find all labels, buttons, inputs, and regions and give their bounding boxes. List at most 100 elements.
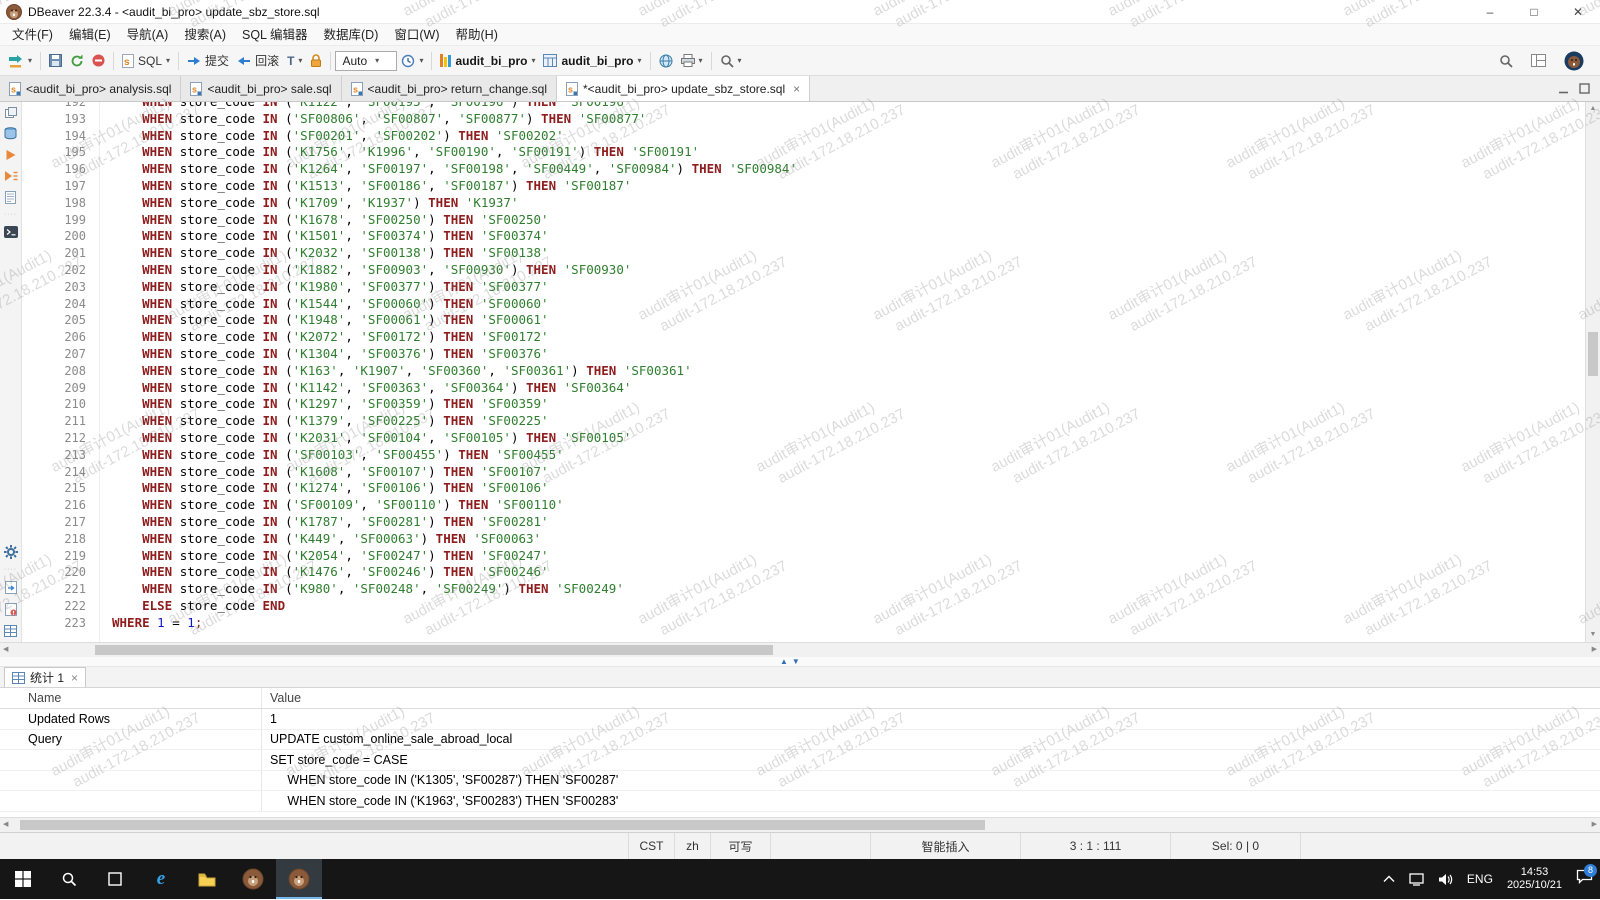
collapse-up-icon[interactable]: ▲ <box>780 657 788 666</box>
column-header-name[interactable]: Name <box>0 688 262 708</box>
results-horizontal-scrollbar[interactable]: ◀ ▶ <box>0 817 1600 832</box>
scroll-left-icon[interactable]: ◀ <box>3 818 8 832</box>
schema-select[interactable]: audit_bi_pro ▾ <box>539 49 645 73</box>
close-button[interactable]: ✕ <box>1556 0 1600 23</box>
menu-item-5[interactable]: SQL 编辑器 <box>234 24 316 46</box>
scroll-up-icon[interactable]: ▲ <box>1586 102 1600 116</box>
sql-file-icon: s <box>9 82 21 96</box>
editor-vertical-scrollbar[interactable]: ▲ ▼ <box>1585 102 1600 642</box>
explain-plan-icon[interactable] <box>5 191 16 204</box>
commit-button[interactable]: 提交 <box>183 49 233 73</box>
vertical-scrollbar-thumb[interactable] <box>1588 332 1598 376</box>
code-line: WHEN store_code IN ('K1948', 'SF00061') … <box>112 312 1585 329</box>
tray-display-icon[interactable] <box>1402 859 1431 899</box>
line-number: 217 <box>22 514 86 531</box>
results-row-3[interactable]: SET store_code = CASE <box>0 750 1600 771</box>
taskbar-ie-button[interactable]: e <box>138 859 184 899</box>
horizontal-scrollbar-thumb[interactable] <box>20 820 985 830</box>
editor-tab-4[interactable]: s*<audit_bi_pro> update_sbz_store.sql× <box>557 76 810 101</box>
panel-sash[interactable]: ▲ ▼ <box>0 657 1600 667</box>
execute-script-icon[interactable] <box>4 170 18 182</box>
column-header-value[interactable]: Value <box>262 688 1600 708</box>
cancel-button[interactable] <box>88 49 109 73</box>
tab-label: *<audit_bi_pro> update_sbz_store.sql <box>583 82 785 96</box>
navigator-sync-button[interactable] <box>655 49 677 73</box>
taskbar-dbeaver-active-button[interactable] <box>276 859 322 899</box>
results-row-1[interactable]: Updated Rows1 <box>0 709 1600 730</box>
tray-language-indicator[interactable]: ENG <box>1460 859 1500 899</box>
menu-item-1[interactable]: 文件(F) <box>4 24 61 46</box>
horizontal-scrollbar-thumb[interactable] <box>95 645 773 655</box>
collapse-down-icon[interactable]: ▼ <box>792 657 800 666</box>
editor-tabbar: s<audit_bi_pro> analysis.sqls<audit_bi_p… <box>0 76 1600 102</box>
notification-center-button[interactable]: 8 <box>1569 859 1600 899</box>
database-navigator-icon[interactable] <box>4 127 17 140</box>
notification-badge: 8 <box>1584 864 1597 877</box>
sql-language-button[interactable]: s SQL ▾ <box>118 49 174 73</box>
refresh-icon <box>70 54 84 68</box>
result-value-cell: SET store_code = CASE <box>262 750 1600 770</box>
file-error-icon[interactable] <box>5 603 17 616</box>
export-file-icon[interactable] <box>5 581 17 594</box>
result-grid-icon[interactable] <box>4 625 17 637</box>
connection-select[interactable]: audit_bi_pro ▾ <box>436 49 539 73</box>
result-value-cell: WHEN store_code IN ('K1305', 'SF00287') … <box>262 771 1600 791</box>
dbeaver-community-button[interactable] <box>1560 49 1588 73</box>
scroll-right-icon[interactable]: ▶ <box>1592 818 1597 832</box>
sash-collapse-controls: ▲ ▼ <box>780 657 800 666</box>
rollback-button[interactable]: 回滚 <box>233 49 283 73</box>
new-sql-editor-button[interactable]: ▾ <box>4 49 36 73</box>
results-row-4[interactable]: WHEN store_code IN ('K1305', 'SF00287') … <box>0 771 1600 792</box>
gear-icon[interactable] <box>4 545 18 559</box>
refresh-button[interactable] <box>66 49 88 73</box>
chevron-down-icon: ▾ <box>738 56 742 65</box>
tab-statistics[interactable]: 统计 1 × <box>4 667 86 687</box>
print-button[interactable]: ▾ <box>677 49 707 73</box>
menu-item-8[interactable]: 帮助(H) <box>448 24 506 46</box>
quick-access-search-button[interactable] <box>1495 49 1517 73</box>
tray-clock[interactable]: 14:53 2025/10/21 <box>1500 859 1569 899</box>
status-cursor-position[interactable]: 3 : 1 : 111 <box>1020 833 1170 859</box>
execute-statement-icon[interactable] <box>5 149 17 161</box>
minimize-button[interactable]: – <box>1468 0 1512 23</box>
minimize-view-icon[interactable] <box>1558 83 1569 94</box>
code-line: WHEN store_code IN ('K2032', 'SF00138') … <box>112 245 1585 262</box>
perspective-button[interactable] <box>1527 49 1550 73</box>
menu-item-7[interactable]: 窗口(W) <box>386 24 447 46</box>
taskbar-search-button[interactable] <box>46 859 92 899</box>
menu-item-4[interactable]: 搜索(A) <box>176 24 234 46</box>
close-icon[interactable]: × <box>71 671 78 685</box>
save-button[interactable] <box>45 49 66 73</box>
scroll-right-icon[interactable]: ▶ <box>1592 643 1597 657</box>
scroll-down-icon[interactable]: ▼ <box>1586 628 1600 642</box>
lock-button[interactable] <box>306 49 326 73</box>
menu-item-2[interactable]: 编辑(E) <box>61 24 119 46</box>
taskbar-explorer-button[interactable] <box>184 859 230 899</box>
results-row-2[interactable]: QueryUPDATE custom_online_sale_abroad_lo… <box>0 730 1600 751</box>
editor-horizontal-scrollbar[interactable]: ◀ ▶ <box>0 642 1600 657</box>
editor-tab-1[interactable]: s<audit_bi_pro> analysis.sql <box>0 76 181 101</box>
tray-chevron-icon[interactable] <box>1376 859 1402 899</box>
transaction-log-button[interactable]: T ▾ <box>283 49 306 73</box>
editor-tab-3[interactable]: s<audit_bi_pro> return_change.sql <box>342 76 557 101</box>
code-line: WHEN store_code IN ('K1501', 'SF00374') … <box>112 228 1585 245</box>
editor-tab-2[interactable]: s<audit_bi_pro> sale.sql <box>181 76 341 101</box>
maximize-view-icon[interactable] <box>1579 83 1590 94</box>
terminal-icon[interactable] <box>4 226 18 238</box>
transaction-history-button[interactable]: ▾ <box>397 49 427 73</box>
scroll-left-icon[interactable]: ◀ <box>3 643 8 657</box>
tab-close-icon[interactable]: × <box>793 82 800 96</box>
code-lines[interactable]: WHEN store_code IN ('K1122', 'SF00195', … <box>100 102 1585 642</box>
menu-item-3[interactable]: 导航(A) <box>119 24 177 46</box>
toolbar-search-button[interactable]: ▾ <box>716 49 746 73</box>
tray-volume-icon[interactable] <box>1431 859 1460 899</box>
maximize-button[interactable]: □ <box>1512 0 1556 23</box>
menu-item-6[interactable]: 数据库(D) <box>316 24 387 46</box>
restore-view-icon[interactable] <box>5 107 17 118</box>
results-row-5[interactable]: WHEN store_code IN ('K1963', 'SF00283') … <box>0 791 1600 812</box>
chevron-down-icon: ▾ <box>166 56 170 65</box>
commit-mode-select[interactable]: Auto ▾ <box>335 51 397 71</box>
start-button[interactable] <box>0 859 46 899</box>
taskbar-dbeaver-button[interactable] <box>230 859 276 899</box>
task-view-button[interactable] <box>92 859 138 899</box>
